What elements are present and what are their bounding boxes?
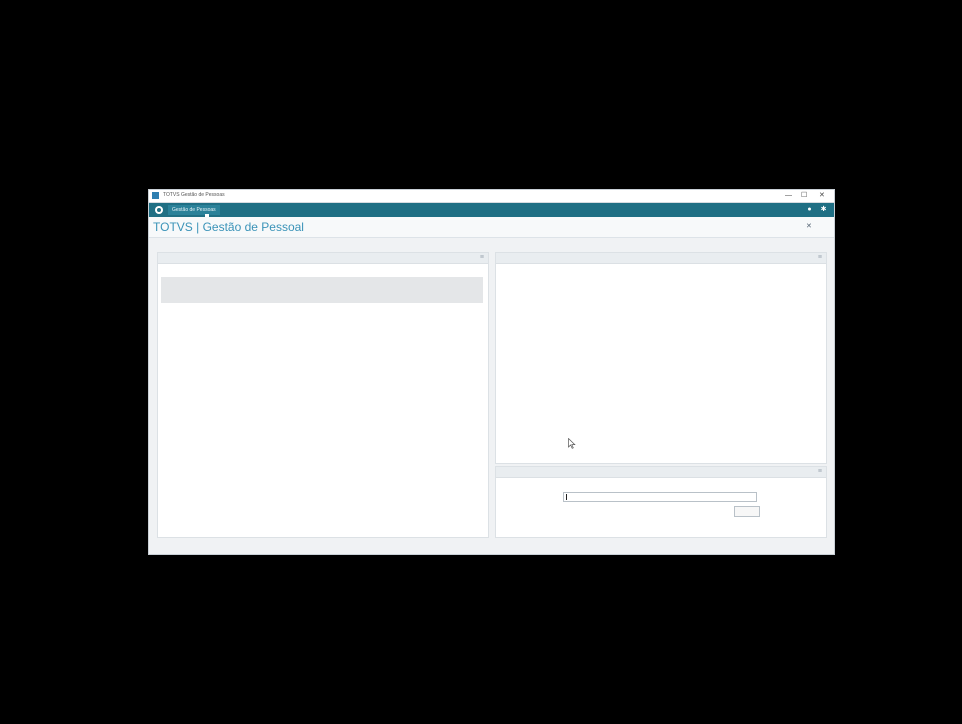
table-cell: [401, 296, 483, 303]
close-app-icon[interactable]: ✕: [806, 222, 812, 230]
command-panel: ≡: [495, 466, 827, 538]
command-input[interactable]: [563, 492, 757, 502]
app-icon: [152, 192, 159, 199]
page-title: TOTVS | Gestão de Pessoal: [153, 220, 304, 234]
totvs-logo-icon[interactable]: [155, 206, 163, 214]
command-panel-header: ≡: [496, 467, 826, 478]
output-panel-header: ≡: [496, 253, 826, 264]
text-caret: [566, 494, 567, 500]
table-cell: [161, 296, 242, 303]
confirm-button[interactable]: [734, 506, 760, 517]
panel-menu-icon[interactable]: ≡: [818, 254, 822, 262]
table-row: [161, 296, 483, 303]
os-title-bar: TOTVS Gestão de Pessoas — ☐ ✕: [149, 190, 834, 203]
panel-menu-icon[interactable]: ≡: [480, 254, 484, 262]
app-window: TOTVS Gestão de Pessoas — ☐ ✕ Gestão de …: [149, 190, 834, 554]
parameters-panel-header: ≡: [158, 253, 488, 264]
window-title: TOTVS Gestão de Pessoas: [163, 192, 225, 198]
maximize-button[interactable]: ☐: [801, 191, 807, 200]
output-panel: ≡: [495, 252, 827, 464]
minimize-button[interactable]: —: [785, 191, 792, 200]
table-cell: [321, 296, 402, 303]
table-cell: [241, 296, 322, 303]
panel-menu-icon[interactable]: ≡: [818, 468, 822, 476]
gear-icon[interactable]: ✱: [820, 206, 827, 213]
parameters-panel: ≡: [157, 252, 489, 538]
help-icon[interactable]: ●: [806, 206, 813, 213]
parameters-table: [161, 270, 483, 303]
app-title-strip: TOTVS | Gestão de Pessoal ✕: [149, 217, 834, 238]
header-bar: Gestão de Pessoas ● ✱: [149, 203, 834, 217]
close-button[interactable]: ✕: [819, 191, 825, 200]
module-tab[interactable]: Gestão de Pessoas: [168, 205, 220, 215]
